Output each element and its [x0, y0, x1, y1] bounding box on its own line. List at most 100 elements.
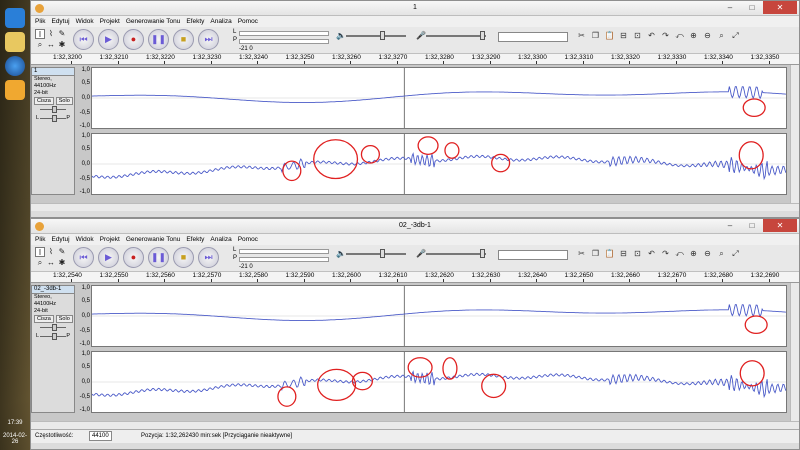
timeline-ruler[interactable]: 1:32,3200 1:32,3210 1:32,3220 1:32,3230 1:32… [31, 54, 799, 65]
cut-icon[interactable]: ✂ [576, 30, 587, 41]
paste-icon[interactable]: 📋 [604, 248, 615, 259]
menu-widok[interactable]: Widok [76, 236, 94, 243]
record-button[interactable]: ● [123, 29, 144, 50]
menu-efekty[interactable]: Efekty [186, 18, 204, 25]
close-button[interactable]: ✕ [763, 219, 797, 232]
zoom-in-icon[interactable]: ⊕ [688, 248, 699, 259]
fit-selection-icon[interactable]: ⌕ [716, 248, 727, 259]
paste-icon[interactable]: 📋 [604, 30, 615, 41]
fit-project-icon[interactable]: ⤢ [730, 248, 741, 259]
sync-lock-icon[interactable]: ⤺ [674, 30, 685, 41]
audacity-taskbar-icon[interactable] [5, 80, 25, 100]
envelope-tool-icon[interactable]: ⌇ [46, 29, 56, 39]
firefox-icon[interactable] [5, 56, 25, 76]
solo-button[interactable]: Solo [55, 315, 73, 323]
zoom-in-icon[interactable]: ⊕ [688, 30, 699, 41]
redo-icon[interactable]: ↷ [660, 30, 671, 41]
menu-projekt[interactable]: Projekt [100, 18, 120, 25]
menu-pomoc[interactable]: Pomoc [238, 18, 258, 25]
horizontal-scrollbar[interactable] [31, 421, 799, 429]
horizontal-scrollbar[interactable] [31, 203, 799, 211]
playback-meter-r[interactable] [239, 39, 329, 44]
skip-start-button[interactable]: ⏮ [73, 29, 94, 50]
minimize-button[interactable]: – [719, 1, 741, 14]
silence-icon[interactable]: ⊡ [632, 248, 643, 259]
skip-start-button[interactable]: ⏮ [73, 247, 94, 268]
envelope-tool-icon[interactable]: ⌇ [46, 247, 56, 257]
menu-pomoc[interactable]: Pomoc [238, 236, 258, 243]
silence-icon[interactable]: ⊡ [632, 30, 643, 41]
trim-icon[interactable]: ⊟ [618, 30, 629, 41]
timeline-ruler[interactable]: 1:32,2540 1:32,2550 1:32,2560 1:32,2570 1:32… [31, 272, 799, 283]
zoom-out-icon[interactable]: ⊖ [702, 248, 713, 259]
project-rate-field[interactable]: 44100 [89, 431, 112, 441]
minimize-button[interactable]: – [719, 219, 741, 232]
zoom-out-icon[interactable]: ⊖ [702, 30, 713, 41]
fit-selection-icon[interactable]: ⌕ [716, 30, 727, 41]
waveform-channel-right[interactable] [91, 133, 787, 195]
playback-volume-slider[interactable] [346, 31, 406, 40]
menu-projekt[interactable]: Projekt [100, 236, 120, 243]
selection-tool-icon[interactable]: I [35, 29, 45, 39]
timeshift-tool-icon[interactable]: ↔ [46, 258, 56, 268]
menu-plik[interactable]: Plik [35, 236, 45, 243]
internet-explorer-icon[interactable] [5, 8, 25, 28]
copy-icon[interactable]: ❐ [590, 248, 601, 259]
trim-icon[interactable]: ⊟ [618, 248, 629, 259]
record-button[interactable]: ● [123, 247, 144, 268]
zoom-tool-icon[interactable]: ⌕ [35, 40, 45, 50]
menu-analiza[interactable]: Analiza [210, 18, 231, 25]
sync-lock-icon[interactable]: ⤺ [674, 248, 685, 259]
waveform-channel-left[interactable] [91, 285, 787, 347]
pan-slider[interactable]: LP [36, 333, 70, 341]
maximize-button[interactable]: □ [741, 219, 763, 232]
multi-tool-icon[interactable]: ✱ [57, 40, 67, 50]
file-explorer-icon[interactable] [5, 32, 25, 52]
waveform-channel-left[interactable] [91, 67, 787, 129]
skip-end-button[interactable]: ⏭ [198, 29, 219, 50]
menu-plik[interactable]: Plik [35, 18, 45, 25]
skip-end-button[interactable]: ⏭ [198, 247, 219, 268]
pause-button[interactable]: ❚❚ [148, 29, 169, 50]
record-volume-slider[interactable] [426, 249, 486, 258]
stop-button[interactable]: ■ [173, 247, 194, 268]
copy-icon[interactable]: ❐ [590, 30, 601, 41]
vertical-scrollbar[interactable] [790, 65, 799, 211]
menu-generowanie-tonu[interactable]: Generowanie Tonu [126, 236, 180, 243]
redo-icon[interactable]: ↷ [660, 248, 671, 259]
multi-tool-icon[interactable]: ✱ [57, 258, 67, 268]
menu-edytuj[interactable]: Edytuj [51, 18, 69, 25]
playback-meter-l[interactable] [239, 249, 329, 254]
input-device-combo[interactable] [498, 250, 568, 260]
playback-volume-slider[interactable] [346, 249, 406, 258]
draw-tool-icon[interactable]: ✎ [57, 29, 67, 39]
undo-icon[interactable]: ↶ [646, 30, 657, 41]
play-button[interactable]: ▶ [98, 247, 119, 268]
track-name-button[interactable]: 1 [32, 68, 74, 76]
solo-button[interactable]: Solo [55, 97, 73, 105]
cut-icon[interactable]: ✂ [576, 248, 587, 259]
draw-tool-icon[interactable]: ✎ [57, 247, 67, 257]
menu-edytuj[interactable]: Edytuj [51, 236, 69, 243]
selection-tool-icon[interactable]: I [35, 247, 45, 257]
mute-button[interactable]: Cisza [34, 315, 54, 323]
pan-slider[interactable]: LP [36, 115, 70, 123]
vertical-scrollbar[interactable] [790, 283, 799, 429]
track-name-button[interactable]: 02_-3db-1 [32, 286, 74, 294]
menu-analiza[interactable]: Analiza [210, 236, 231, 243]
playback-meter-r[interactable] [239, 257, 329, 262]
zoom-tool-icon[interactable]: ⌕ [35, 258, 45, 268]
menu-widok[interactable]: Widok [76, 18, 94, 25]
fit-project-icon[interactable]: ⤢ [730, 30, 741, 41]
maximize-button[interactable]: □ [741, 1, 763, 14]
menu-generowanie-tonu[interactable]: Generowanie Tonu [126, 18, 180, 25]
gain-slider[interactable] [36, 324, 70, 332]
pause-button[interactable]: ❚❚ [148, 247, 169, 268]
mute-button[interactable]: Cisza [34, 97, 54, 105]
menu-efekty[interactable]: Efekty [186, 236, 204, 243]
play-button[interactable]: ▶ [98, 29, 119, 50]
record-volume-slider[interactable] [426, 31, 486, 40]
gain-slider[interactable] [36, 106, 70, 114]
playback-meter-l[interactable] [239, 31, 329, 36]
undo-icon[interactable]: ↶ [646, 248, 657, 259]
